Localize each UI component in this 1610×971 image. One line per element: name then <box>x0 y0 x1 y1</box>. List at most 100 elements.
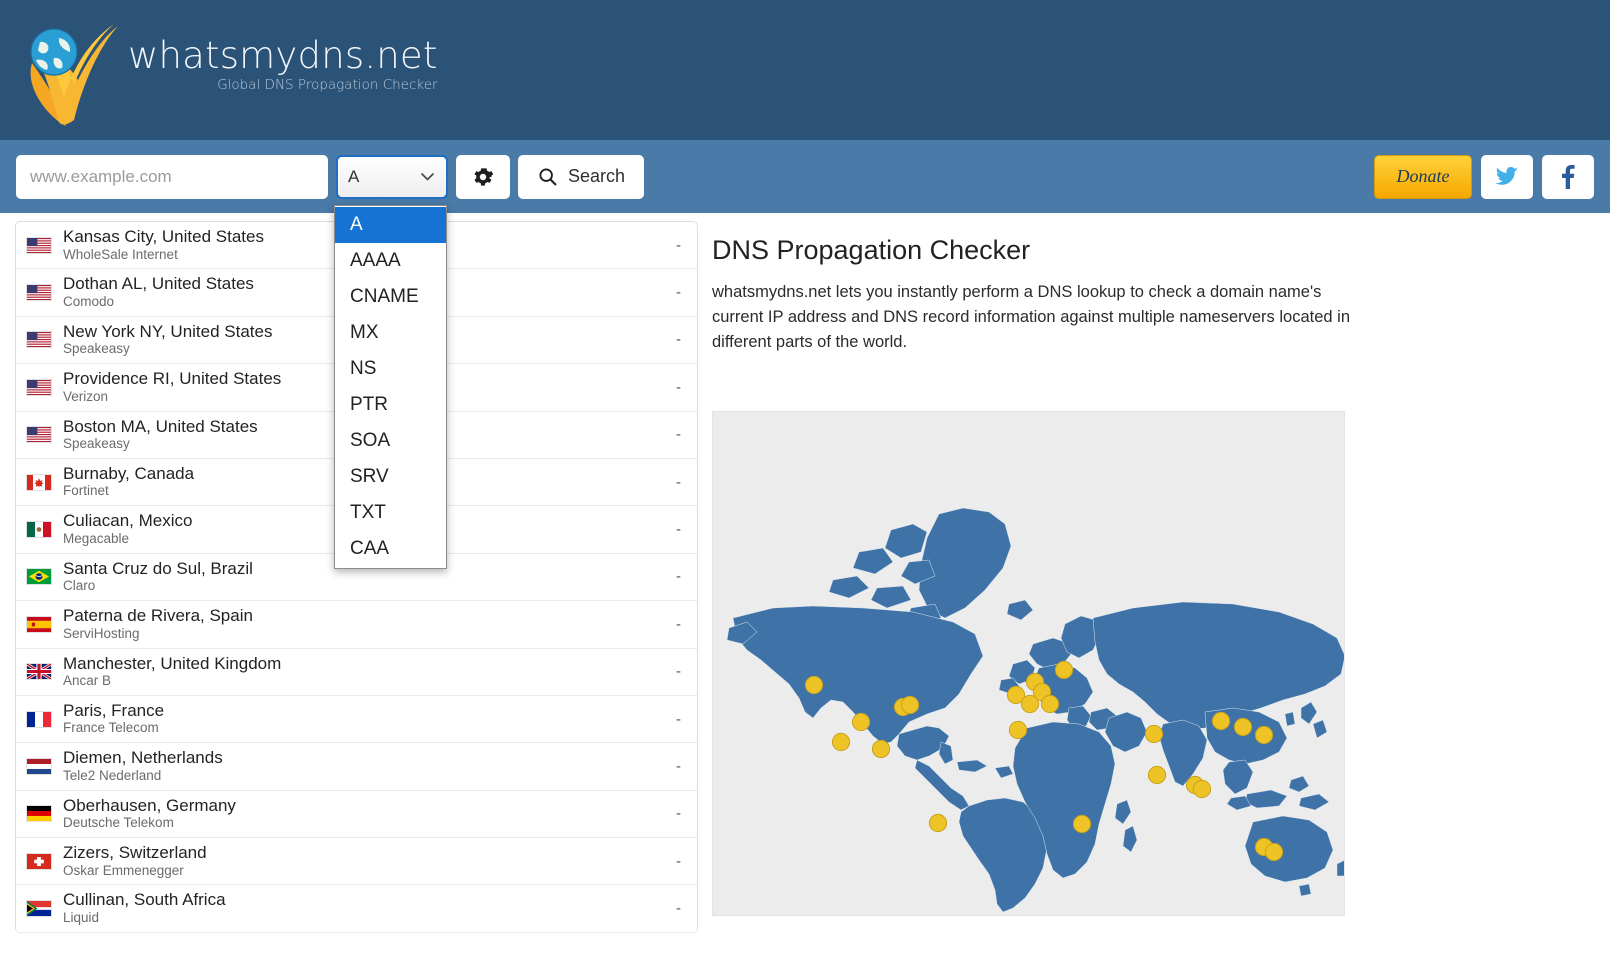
flag-icon-ch <box>26 852 52 870</box>
nameserver-info: Zizers, Switzerland Oskar Emmenegger <box>63 843 666 879</box>
nameserver-result: - <box>676 852 681 870</box>
globe-checkmark-logo-icon <box>30 24 118 126</box>
domain-search-input[interactable] <box>16 154 328 199</box>
map-marker <box>1211 712 1231 731</box>
flag-icon-us <box>26 378 52 396</box>
nameserver-result: - <box>676 236 681 254</box>
brand-tagline: Global DNS Propagation Checker <box>217 77 438 94</box>
flag-icon-nl <box>26 757 52 775</box>
flag-icon-de <box>26 805 52 823</box>
nameserver-row[interactable]: Cullinan, South Africa Liquid - <box>16 885 697 933</box>
nameserver-isp: France Telecom <box>63 720 159 736</box>
map-marker <box>804 676 824 695</box>
nameserver-result: - <box>676 615 681 633</box>
map-marker <box>1192 780 1212 799</box>
nameserver-result: - <box>676 568 681 586</box>
map-marker <box>1147 766 1167 785</box>
nameserver-row[interactable]: Paris, France France Telecom - <box>16 696 697 744</box>
facebook-share-button[interactable] <box>1542 154 1594 199</box>
nameserver-result: - <box>676 805 681 823</box>
brand-name: whatsmydns.net <box>128 33 438 77</box>
nameserver-result: - <box>676 331 681 349</box>
nameserver-isp: Deutsche Telekom <box>63 815 174 831</box>
nameserver-result: - <box>676 521 681 539</box>
nameserver-result: - <box>676 284 681 302</box>
nameserver-location: Paris, France <box>63 700 165 720</box>
record-type-option-ptr[interactable]: PTR <box>335 387 446 423</box>
flag-icon-fr <box>26 710 52 728</box>
record-type-option-txt[interactable]: TXT <box>335 495 446 531</box>
map-marker <box>851 713 871 732</box>
record-type-option-mx[interactable]: MX <box>335 315 446 351</box>
nameserver-info: Oberhausen, Germany Deutsche Telekom <box>63 796 666 832</box>
twitter-icon <box>1495 166 1518 185</box>
header-actions: Donate <box>1374 154 1594 199</box>
map-marker <box>928 814 948 833</box>
map-marker <box>1072 815 1092 834</box>
nameserver-row[interactable]: Zizers, Switzerland Oskar Emmenegger - <box>16 838 697 886</box>
nameserver-location: Diemen, Netherlands <box>63 748 223 768</box>
nameserver-isp: ServiHosting <box>63 625 140 641</box>
record-type-option-cname[interactable]: CNAME <box>335 279 446 315</box>
settings-button[interactable] <box>456 154 510 199</box>
nameserver-result: - <box>676 757 681 775</box>
map-marker <box>1233 718 1253 737</box>
flag-icon-es <box>26 615 52 633</box>
record-type-option-srv[interactable]: SRV <box>335 459 446 495</box>
twitter-share-button[interactable] <box>1481 154 1533 199</box>
brand-header: whatsmydns.net Global DNS Propagation Ch… <box>0 0 1610 140</box>
record-type-select-wrapper[interactable]: AAAAACNAMEMXNSPTRSOASRVTXTCAA <box>336 154 448 199</box>
map-marker <box>1254 726 1274 745</box>
record-type-option-soa[interactable]: SOA <box>335 423 446 459</box>
search-button[interactable]: Search <box>518 154 645 199</box>
record-type-option-caa[interactable]: CAA <box>335 531 446 567</box>
flag-icon-us <box>26 331 52 349</box>
nameserver-row[interactable]: Paterna de Rivera, Spain ServiHosting - <box>16 601 697 649</box>
flag-icon-ca <box>26 473 52 491</box>
nameserver-row[interactable]: Manchester, United Kingdom Ancar B- <box>16 649 697 696</box>
map-marker <box>1008 721 1028 740</box>
page-title: DNS Propagation Checker <box>712 235 1031 265</box>
nameserver-location: Manchester, United Kingdom <box>63 653 282 673</box>
map-marker <box>1054 661 1074 680</box>
search-toolbar: AAAAACNAMEMXNSPTRSOASRVTXTCAA Search Don… <box>0 140 1610 213</box>
nameserver-row[interactable]: Diemen, Netherlands Tele2 Nederland - <box>16 743 697 791</box>
donate-button[interactable]: Donate <box>1374 154 1472 199</box>
nameserver-isp: Liquid <box>63 910 100 925</box>
record-type-option-ns[interactable]: NS <box>335 351 446 387</box>
nameserver-result: - <box>676 663 681 681</box>
nameserver-result: - <box>676 900 681 918</box>
record-type-option-a[interactable]: A <box>335 207 446 243</box>
map-marker <box>1264 843 1284 862</box>
map-marker <box>1020 695 1040 714</box>
map-marker <box>1144 725 1164 744</box>
map-marker <box>831 733 851 752</box>
flag-icon-us <box>26 426 52 444</box>
map-marker <box>871 740 891 759</box>
flag-icon-mx <box>26 521 52 539</box>
nameserver-location: Cullinan, South Africa <box>63 890 226 910</box>
nameserver-isp: Claro <box>63 578 96 594</box>
nameserver-info: Cullinan, South Africa Liquid <box>63 890 666 926</box>
nameserver-info: Paterna de Rivera, Spain ServiHosting <box>63 606 666 642</box>
record-type-dropdown-menu[interactable]: A AAAA CNAME MX NS PTR SOA SRV TXT CAA <box>334 205 447 569</box>
facebook-icon <box>1562 164 1575 189</box>
nameserver-row[interactable]: Oberhausen, Germany Deutsche Telekom - <box>16 791 697 839</box>
flag-icon-za <box>26 900 52 918</box>
flag-icon-us <box>26 236 52 254</box>
nameserver-info: Diemen, Netherlands Tele2 Nederland <box>63 748 666 784</box>
gear-icon <box>474 167 494 186</box>
search-button-label: Search <box>568 166 626 186</box>
record-type-option-aaaa[interactable]: AAAA <box>335 243 446 279</box>
main-content: Kansas City, United States WholeSale Inte… <box>0 213 1610 971</box>
site-logo[interactable]: whatsmydns.net Global DNS Propagation Ch… <box>14 8 438 128</box>
page-description: whatsmydns.net lets you instantly perfor… <box>712 283 1351 352</box>
flag-icon-gb <box>26 663 52 681</box>
map-marker <box>900 696 920 715</box>
nameserver-location: Zizers, Switzerland <box>63 843 207 863</box>
record-type-select[interactable]: AAAAACNAMEMXNSPTRSOASRVTXTCAA <box>338 156 446 197</box>
nameserver-isp: Oskar Emmenegger <box>63 862 184 878</box>
nameserver-location: Oberhausen, Germany <box>63 795 236 815</box>
world-map <box>712 411 1345 917</box>
search-icon <box>539 168 557 186</box>
